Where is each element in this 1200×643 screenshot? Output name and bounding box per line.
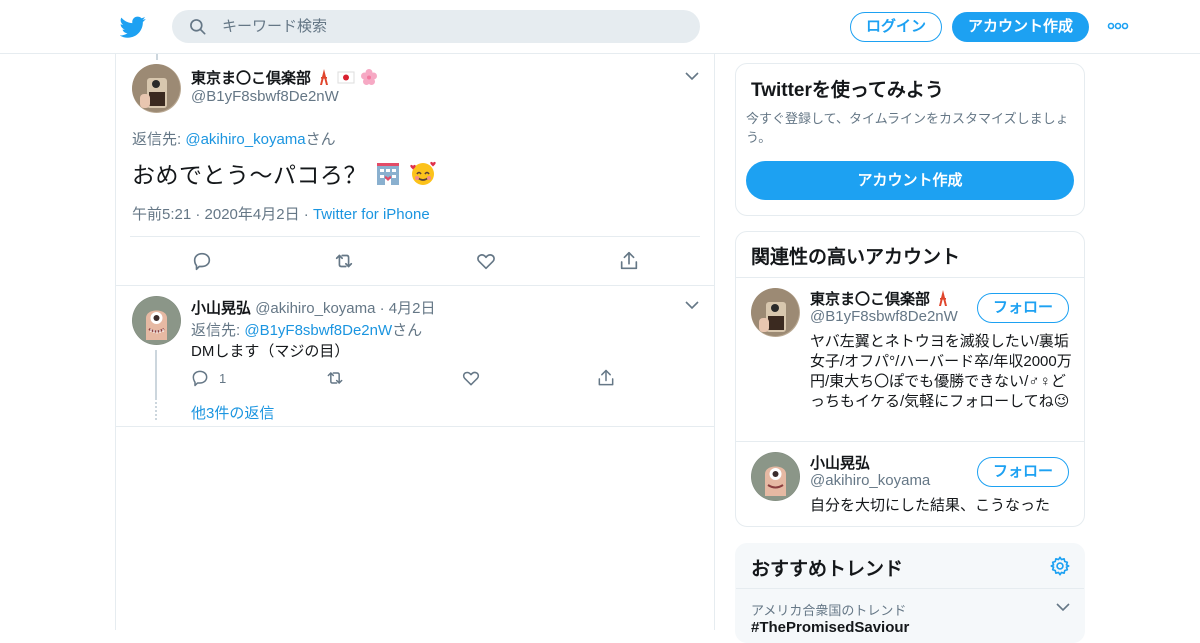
tweet-meta: 午前5:21 · 2020年4月2日 · Twitter for iPhone [132,206,430,223]
account-item[interactable]: 小山晃弘 @akihiro_koyama フォロー 自分を大切にした結果、こうな… [736,442,1084,526]
search-bar[interactable] [172,10,700,43]
reply-to-line: 返信先: @B1yF8sbwf8De2nWさん [191,322,423,339]
twitter-logo-icon[interactable] [120,14,146,40]
chevron-down-icon[interactable] [685,300,699,310]
signup-card: Twitterを使ってみよう 今すぐ登録して、タイムラインをカスタマイズしましょ… [735,63,1085,216]
account-bio: ヤバ左翼とネトウヨを滅殺したい/裏垢女子/オフパ°/ハーバード卒/年収2000万… [810,333,1072,410]
thread-connector [156,54,158,60]
tweet-author-handle[interactable]: @B1yF8sbwf8De2nW [191,88,339,105]
tweet-text: DMします（マジの目） [191,343,350,360]
like-icon[interactable] [475,250,497,272]
search-icon [190,19,206,35]
smiling-face-with-hearts-emoji-icon [410,161,436,185]
divider [130,236,700,237]
avatar[interactable] [751,452,800,501]
account-handle[interactable]: @akihiro_koyama [810,472,930,489]
reply-count: 1 [219,371,227,386]
tweet-author-name[interactable]: 東京ま〇こ倶楽部 [191,67,378,88]
top-bar: ログイン アカウント作成 [0,0,1200,54]
account-name[interactable]: 東京ま〇こ倶楽部 [810,288,952,309]
reply-tweet-header: 小山晃弘 @akihiro_koyama · 4月2日 [191,297,436,318]
account-bio: 自分を大切にした結果、こうなった [810,497,1051,514]
like-icon[interactable] [461,368,481,388]
cherry-blossom-emoji-icon [360,69,377,85]
retweet-icon[interactable] [333,250,355,272]
tweet-text: おめでとう〜パコろ？ [132,156,437,190]
thread-dots [155,402,157,420]
signup-button[interactable]: アカウント作成 [952,12,1089,42]
account-name[interactable]: 小山晃弘 [810,452,870,473]
login-button[interactable]: ログイン [850,12,942,42]
share-icon[interactable] [618,250,640,272]
signup-card-button[interactable]: アカウント作成 [746,161,1074,200]
related-accounts-title: 関連性の高いアカウント [751,247,961,268]
more-options-icon[interactable] [1107,20,1129,32]
tokyo-tower-emoji-icon [320,69,329,85]
search-input[interactable] [222,10,682,43]
tweet-date[interactable]: · 4月2日 [380,300,436,317]
japan-flag-emoji-icon [337,71,355,84]
trends-card: おすすめトレンド アメリカ合衆国のトレンド #ThePromisedSaviou… [735,543,1085,643]
account-handle[interactable]: @B1yF8sbwf8De2nW [810,308,958,325]
love-hotel-emoji-icon [376,163,399,185]
chevron-down-icon[interactable] [1056,602,1070,612]
tokyo-tower-emoji-icon [939,290,948,306]
gear-icon[interactable] [1049,555,1071,577]
signup-card-title: Twitterを使ってみよう [751,80,944,101]
avatar[interactable] [132,64,181,113]
tweet-timestamp[interactable]: 午前5:21 · 2020年4月2日 [132,206,300,223]
divider [736,588,1084,589]
more-replies-link[interactable]: 他3件の返信 [191,402,274,423]
reply-icon[interactable] [191,250,213,272]
reply-icon[interactable] [190,368,210,388]
reply-to-line: 返信先: @akihiro_koyamaさん [132,131,336,148]
tweet-author-name[interactable]: 小山晃弘 [191,300,251,317]
follow-button[interactable]: フォロー [977,293,1069,323]
avatar[interactable] [751,288,800,337]
reply-to-link[interactable]: @B1yF8sbwf8De2nW [244,322,392,339]
retweet-icon[interactable] [325,368,345,388]
reply-to-link[interactable]: @akihiro_koyama [185,131,305,148]
chevron-down-icon[interactable] [685,71,699,81]
avatar[interactable] [132,296,181,345]
follow-button[interactable]: フォロー [977,457,1069,487]
share-icon[interactable] [596,368,616,388]
tweet-author-handle[interactable]: @akihiro_koyama [255,300,375,317]
signup-card-description: 今すぐ登録して、タイムラインをカスタマイズしましょう。 [746,111,1069,145]
trends-title: おすすめトレンド [751,559,904,580]
trend-location: アメリカ合衆国のトレンド [751,603,907,618]
account-item[interactable]: 東京ま〇こ倶楽部 @B1yF8sbwf8De2nW フォロー ヤバ左翼とネトウヨ… [736,278,1084,442]
timeline-column: 東京ま〇こ倶楽部 @B1yF8sbwf8De2nW 返信先: @akihiro_… [115,54,715,630]
thread-connector [155,350,157,400]
reply-tweet[interactable]: 小山晃弘 @akihiro_koyama · 4月2日 返信先: @B1yF8s… [116,285,714,427]
trend-item[interactable]: #ThePromisedSaviour [751,619,909,636]
tweet-source-link[interactable]: Twitter for iPhone [313,206,430,223]
related-accounts-card: 関連性の高いアカウント 東京ま〇こ倶楽部 @B1yF8sbwf8De2nW フォ… [735,231,1085,527]
